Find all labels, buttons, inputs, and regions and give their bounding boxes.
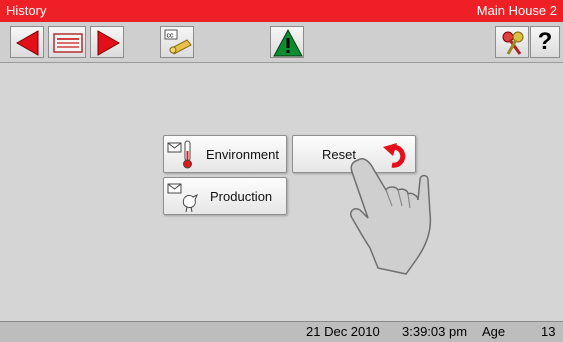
environment-button[interactable]: Environment <box>163 135 287 173</box>
calendar-button[interactable] <box>48 26 86 58</box>
status-bar: 21 Dec 2010 3:39:03 pm Age 13 <box>0 321 563 342</box>
thermometer-icon <box>167 140 192 169</box>
production-button[interactable]: Production <box>163 177 287 215</box>
time-readout: 3:39:03 pm <box>402 324 468 339</box>
back-button[interactable] <box>10 26 44 58</box>
help-button[interactable]: ? <box>530 26 560 58</box>
date-readout: 21 Dec 2010 <box>306 324 380 339</box>
age-label: Age <box>482 324 506 339</box>
chicken-icon <box>167 183 198 213</box>
title-bar: History Main House 2 <box>0 0 563 22</box>
back-arrow-icon <box>15 30 39 56</box>
calendar-icon <box>53 33 83 53</box>
svg-text:cc: cc <box>167 33 175 40</box>
forward-arrow-icon <box>97 30 121 56</box>
alarm-warning-icon <box>273 28 303 57</box>
forward-button[interactable] <box>90 26 124 58</box>
cc-key-button[interactable]: cc <box>160 26 194 58</box>
access-keys-icon <box>502 31 524 55</box>
help-icon: ? <box>537 28 553 55</box>
house-name: Main House 2 <box>476 3 557 18</box>
environment-label: Environment <box>206 147 279 162</box>
alarm-button[interactable] <box>270 26 304 58</box>
cc-key-icon: cc <box>164 29 192 55</box>
production-label: Production <box>210 189 273 204</box>
access-keys-button[interactable] <box>495 26 529 58</box>
age-value: 13 <box>541 324 556 339</box>
toolbar: cc ? <box>0 22 563 63</box>
screen-title: History <box>6 3 47 18</box>
pointing-hand-icon <box>349 158 432 275</box>
